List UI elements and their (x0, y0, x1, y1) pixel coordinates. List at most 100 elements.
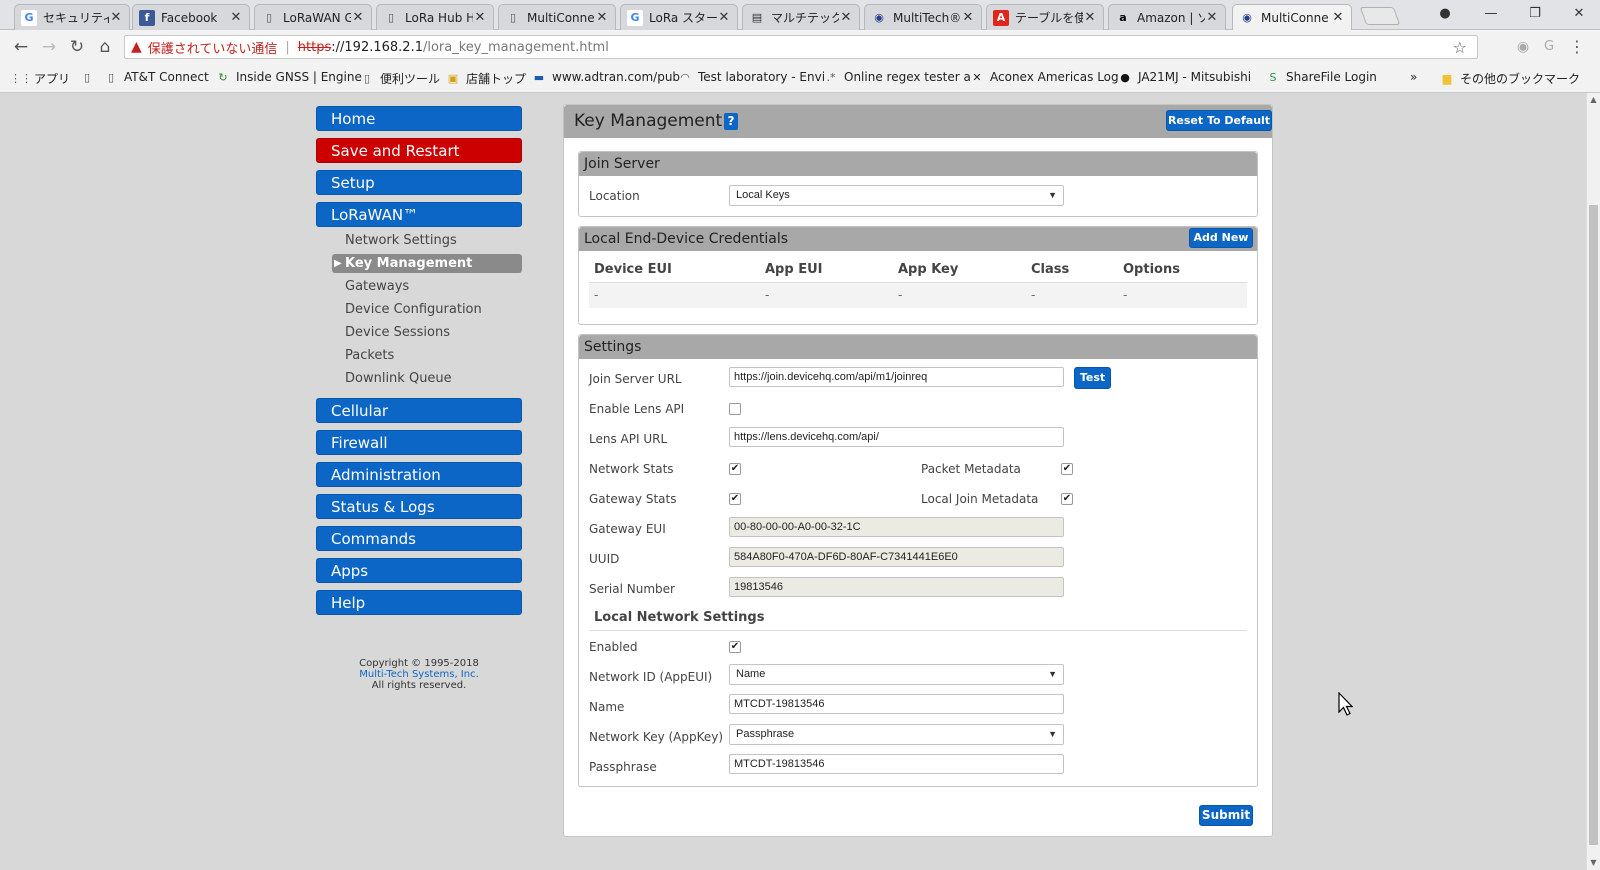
close-tab-icon[interactable]: ✕ (351, 10, 365, 25)
tab-5[interactable]: G LoRa スターター✕ (620, 4, 738, 30)
gateway-stats-checkbox[interactable]: ✔ (729, 493, 741, 505)
join-server-header: Join Server (579, 152, 1257, 176)
restore-icon[interactable]: ❐ (1520, 4, 1550, 24)
close-tab-icon[interactable]: ✕ (1331, 10, 1345, 25)
bookmark-4[interactable]: ▯ 便利ツール (360, 70, 440, 87)
sidebar-item-label: Downlink Queue (345, 371, 452, 386)
tab-1[interactable]: f Facebook ✕ (132, 4, 250, 30)
menu-icon[interactable]: ⋮ (1566, 36, 1588, 58)
add-new-button[interactable]: Add New (1189, 228, 1253, 248)
bookmark-9[interactable]: ✕ Aconex Americas Log (970, 70, 1118, 84)
nav-help[interactable]: Help (316, 590, 522, 615)
close-tab-icon[interactable]: ✕ (1083, 10, 1097, 25)
bookmark-6[interactable]: ▬ www.adtran.com/pub (532, 70, 680, 84)
close-tab-icon[interactable]: ✕ (473, 10, 487, 25)
back-icon[interactable]: ← (10, 36, 32, 58)
close-tab-icon[interactable]: ✕ (595, 10, 609, 25)
reset-to-default-button[interactable]: Reset To Default (1166, 110, 1272, 131)
join-server-url-input[interactable]: https://join.devicehq.com/api/m1/joinreq (729, 367, 1064, 387)
tab-2[interactable]: ▯ LoRaWAN G ✕ (254, 4, 372, 30)
nav-firewall[interactable]: Firewall (316, 430, 522, 455)
test-button[interactable]: Test (1074, 367, 1111, 389)
scroll-down-icon[interactable]: ▼ (1589, 858, 1598, 868)
location-value: Local Keys (736, 189, 790, 201)
bookmark-11[interactable]: S ShareFile Login (1266, 70, 1377, 84)
sidebar-item-label: Gateways (345, 279, 410, 294)
nav-lorawan[interactable]: LoRaWAN™ (316, 202, 522, 227)
close-tab-icon[interactable]: ✕ (1205, 10, 1219, 25)
reload-icon[interactable]: ↻ (66, 36, 88, 58)
close-tab-icon[interactable]: ✕ (109, 10, 123, 25)
nav-home[interactable]: Home (316, 106, 522, 131)
enabled-checkbox[interactable]: ✔ (729, 641, 741, 653)
bookmark-2[interactable]: ▯ AT&T Connect (104, 70, 209, 84)
network-stats-checkbox[interactable]: ✔ (729, 463, 741, 475)
bookmark-12[interactable]: » (1410, 70, 1417, 84)
location-select[interactable]: Local Keys ▼ (729, 185, 1064, 206)
profile-icon[interactable]: ● (1430, 4, 1460, 24)
chevron-down-icon: ▼ (1048, 729, 1057, 739)
new-tab-button[interactable] (1359, 7, 1401, 25)
network-key-select[interactable]: Passphrase ▼ (729, 724, 1064, 745)
tab-3[interactable]: ▯ LoRa Hub H ✕ (376, 4, 494, 30)
tab-label: テーブルを使用 (1015, 11, 1083, 25)
sidebar-item-downlink-queue[interactable]: Downlink Queue (332, 369, 522, 388)
aconex-icon: ✕ (972, 70, 982, 84)
nav-cellular[interactable]: Cellular (316, 398, 522, 423)
lens-url-input[interactable]: https://lens.devicehq.com/api/ (729, 427, 1064, 447)
sidebar-item-device-configuration[interactable]: Device Configuration (332, 300, 522, 319)
account-extension-icon[interactable]: G (1538, 36, 1560, 58)
bookmark-5[interactable]: ▣ 店舗トップ (446, 70, 526, 87)
bookmark-7[interactable]: ◠ Test laboratory - Envi (678, 70, 825, 84)
tab-6[interactable]: ▤ マルチテック L✕ (742, 4, 860, 30)
close-tab-icon[interactable]: ✕ (229, 10, 243, 25)
tab-4[interactable]: ▯ MultiConne ✕ (498, 4, 616, 30)
network-id-select[interactable]: Name ▼ (729, 664, 1064, 685)
close-tab-icon[interactable]: ✕ (961, 10, 975, 25)
scroll-up-icon[interactable]: ▲ (1589, 95, 1598, 105)
tab-8[interactable]: A テーブルを使用✕ (986, 4, 1104, 30)
sidebar-item-key-management[interactable]: ▶ Key Management (332, 254, 522, 273)
sidebar-item-gateways[interactable]: Gateways (332, 277, 522, 296)
bookmark-13[interactable]: ▆ その他のブックマーク (1440, 70, 1580, 87)
name-input[interactable]: MTCDT-19813546 (729, 694, 1064, 714)
company-link[interactable]: Multi-Tech Systems, Inc. (316, 669, 522, 680)
bookmark-8[interactable]: .* Online regex tester a (824, 70, 971, 84)
bookmark-star-icon[interactable]: ☆ (1453, 38, 1467, 57)
forward-icon[interactable]: → (38, 36, 60, 58)
bookmark-10[interactable]: ● JA21MJ - Mitsubishi (1118, 70, 1251, 84)
nav-setup[interactable]: Setup (316, 170, 522, 195)
packet-metadata-checkbox[interactable]: ✔ (1061, 463, 1073, 475)
sidebar-item-packets[interactable]: Packets (332, 346, 522, 365)
local-join-metadata-checkbox[interactable]: ✔ (1061, 493, 1073, 505)
home-icon[interactable]: ⌂ (94, 36, 116, 58)
tab-strip: Gセキュリティ診✕fFacebook✕▯LoRaWAN G✕▯LoRa Hub … (0, 0, 1600, 30)
close-tab-icon[interactable]: ✕ (717, 10, 731, 25)
nav-status-logs[interactable]: Status & Logs (316, 494, 522, 519)
help-icon[interactable]: ? (724, 113, 738, 130)
submit-button[interactable]: Submit (1199, 805, 1253, 826)
close-tab-icon[interactable]: ✕ (839, 10, 853, 25)
close-window-icon[interactable]: ✕ (1564, 4, 1594, 24)
tab-9[interactable]: a Amazon | ソ ✕ (1108, 4, 1226, 30)
tab-0[interactable]: G セキュリティ診✕ (14, 4, 130, 30)
bookmark-0[interactable]: ⋮⋮ アプリ (10, 70, 71, 87)
google-icon: G (21, 9, 37, 26)
bookmark-1[interactable]: ▯ (80, 70, 100, 84)
nav-apps[interactable]: Apps (316, 558, 522, 583)
passphrase-input[interactable]: MTCDT-19813546 (729, 754, 1064, 774)
minimize-icon[interactable]: — (1476, 4, 1506, 24)
nav-save-and-restart[interactable]: Save and Restart (316, 138, 522, 163)
extension-icon[interactable]: ◉ (1512, 36, 1534, 58)
sidebar-item-device-sessions[interactable]: Device Sessions (332, 323, 522, 342)
tab-7[interactable]: ◉ MultiTech® ✕ (864, 4, 982, 30)
sidebar-item-network-settings[interactable]: Network Settings (332, 231, 522, 250)
address-bar[interactable]: ▲ 保護されていない通信 | https ://192.168.2.1 /lor… (124, 35, 1478, 59)
tab-10[interactable]: ◉ MultiConne ✕ (1232, 4, 1352, 30)
enable-lens-checkbox[interactable] (729, 403, 741, 415)
nav-commands[interactable]: Commands (316, 526, 522, 551)
bookmark-3[interactable]: ↻ Inside GNSS | Engine (216, 70, 361, 84)
scrollbar-thumb[interactable] (1589, 205, 1598, 845)
nav-administration[interactable]: Administration (316, 462, 522, 487)
bookmark-label: アプリ (34, 72, 71, 86)
